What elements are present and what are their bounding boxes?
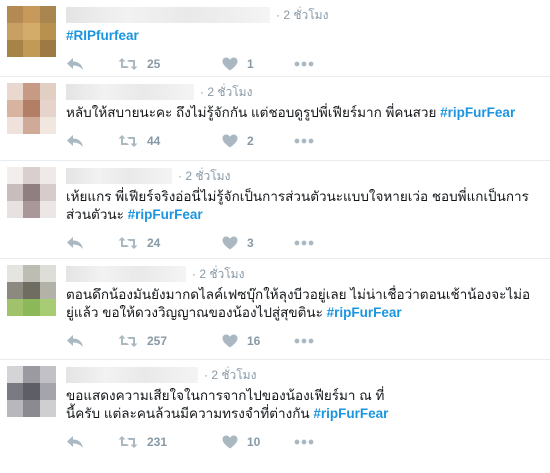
more-button[interactable] [294, 138, 314, 144]
avatar[interactable] [7, 366, 56, 417]
reply-button[interactable] [66, 435, 118, 449]
author-name-blurred[interactable] [66, 367, 198, 383]
more-button[interactable] [294, 240, 314, 246]
tweet[interactable]: · 2 ชั่วโมง หลับให้สบายนะคะ ถึงไม่รู้จัก… [0, 77, 550, 161]
heart-icon [222, 334, 238, 348]
tweet-timeline: · 2 ชั่วโมง #RIPfurfear 25 1 · 2 ชั่วโมง… [0, 0, 550, 473]
retweet-count: 44 [147, 134, 161, 148]
hashtag-link[interactable]: #ripFurFear [128, 207, 203, 222]
retweet-button[interactable]: 257 [118, 334, 222, 348]
retweet-icon [118, 134, 138, 148]
like-button[interactable]: 1 [222, 57, 294, 71]
tweet[interactable]: · 2 ชั่วโมง เห้ยแกร พี่เฟียร์จริงอ่อนี่ไ… [0, 161, 550, 259]
retweet-count: 231 [147, 435, 168, 449]
more-button[interactable] [294, 439, 314, 445]
retweet-button[interactable]: 44 [118, 134, 222, 148]
retweet-button[interactable]: 24 [118, 236, 222, 250]
tweet[interactable]: · 2 ชั่วโมง #RIPfurfear 25 1 [0, 0, 550, 77]
reply-button[interactable] [66, 236, 118, 250]
retweet-button[interactable]: 231 [118, 435, 222, 449]
tweet-header: · 2 ชั่วโมง [66, 6, 540, 24]
avatar[interactable] [7, 167, 56, 218]
reply-icon [66, 435, 84, 449]
tweet-text: หลับให้สบายนะคะ ถึงไม่รู้จักกัน แต่ชอบดู… [66, 104, 540, 122]
more-dots-icon [294, 240, 314, 246]
reply-icon [66, 334, 84, 348]
like-count: 16 [247, 334, 261, 348]
tweet-header: · 2 ชั่วโมง [66, 265, 540, 283]
tweet-timestamp[interactable]: · 2 ชั่วโมง [178, 167, 230, 186]
like-count: 10 [247, 435, 261, 449]
tweet[interactable]: · 2 ชั่วโมง ขอแสดงความเสียใจในการจากไปขอ… [0, 360, 550, 473]
avatar[interactable] [7, 83, 56, 134]
author-name-blurred[interactable] [66, 84, 194, 100]
tweet[interactable]: · 2 ชั่วโมง ตอนดึกน้องมันยังมากดไลค์เฟซบ… [0, 259, 550, 360]
like-count: 3 [247, 236, 254, 250]
tweet-text: ขอแสดงความเสียใจในการจากไปของน้องเฟียร์ม… [66, 387, 540, 423]
retweet-count: 257 [147, 334, 168, 348]
more-dots-icon [294, 439, 314, 445]
tweet-body: หลับให้สบายนะคะ ถึงไม่รู้จักกัน แต่ชอบดู… [66, 105, 441, 120]
retweet-icon [118, 57, 138, 71]
retweet-icon [118, 236, 138, 250]
more-dots-icon [294, 61, 314, 67]
tweet-timestamp[interactable]: · 2 ชั่วโมง [204, 366, 256, 385]
reply-button[interactable] [66, 57, 118, 71]
avatar[interactable] [7, 6, 56, 57]
tweet-actions: 44 2 [66, 126, 540, 156]
hashtag-link[interactable]: #ripFurFear [327, 305, 402, 320]
hashtag-link[interactable]: #ripFurFear [313, 406, 388, 421]
retweet-button[interactable]: 25 [118, 57, 222, 71]
heart-icon [222, 236, 238, 250]
like-button[interactable]: 10 [222, 435, 294, 449]
reply-icon [66, 134, 84, 148]
tweet-actions: 25 1 [66, 49, 540, 79]
tweet-actions: 24 3 [66, 228, 540, 258]
author-name-blurred[interactable] [66, 7, 270, 23]
tweet-text: ตอนดึกน้องมันยังมากดไลค์เฟซบุ๊กให้ลุงบีว… [66, 286, 540, 322]
reply-icon [66, 236, 84, 250]
reply-button[interactable] [66, 134, 118, 148]
reply-button[interactable] [66, 334, 118, 348]
like-button[interactable]: 3 [222, 236, 294, 250]
tweet-actions: 231 10 [66, 427, 540, 457]
retweet-icon [118, 435, 138, 449]
like-button[interactable]: 16 [222, 334, 294, 348]
tweet-actions: 257 16 [66, 326, 540, 356]
heart-icon [222, 435, 238, 449]
more-button[interactable] [294, 338, 314, 344]
hashtag-link[interactable]: #RIPfurfear [66, 28, 139, 43]
heart-icon [222, 57, 238, 71]
avatar[interactable] [7, 265, 56, 316]
retweet-count: 25 [147, 57, 161, 71]
more-button[interactable] [294, 61, 314, 67]
tweet-body: ตอนดึกน้องมันยังมากดไลค์เฟซบุ๊กให้ลุงบีว… [66, 287, 531, 320]
tweet-text: เห้ยแกร พี่เฟียร์จริงอ่อนี่ไม่รู้จักเป็น… [66, 188, 540, 224]
more-dots-icon [294, 138, 314, 144]
author-name-blurred[interactable] [66, 266, 186, 282]
like-count: 1 [247, 57, 254, 71]
tweet-timestamp[interactable]: · 2 ชั่วโมง [192, 265, 244, 284]
like-button[interactable]: 2 [222, 134, 294, 148]
more-dots-icon [294, 338, 314, 344]
hashtag-link[interactable]: #ripFurFear [440, 105, 515, 120]
tweet-header: · 2 ชั่วโมง [66, 167, 540, 185]
retweet-icon [118, 334, 138, 348]
tweet-timestamp[interactable]: · 2 ชั่วโมง [200, 83, 252, 102]
reply-icon [66, 57, 84, 71]
retweet-count: 24 [147, 236, 161, 250]
like-count: 2 [247, 134, 254, 148]
tweet-header: · 2 ชั่วโมง [66, 83, 540, 101]
author-name-blurred[interactable] [66, 168, 172, 184]
heart-icon [222, 134, 238, 148]
tweet-header: · 2 ชั่วโมง [66, 366, 540, 384]
tweet-text: #RIPfurfear [66, 27, 540, 45]
tweet-timestamp[interactable]: · 2 ชั่วโมง [276, 6, 328, 25]
